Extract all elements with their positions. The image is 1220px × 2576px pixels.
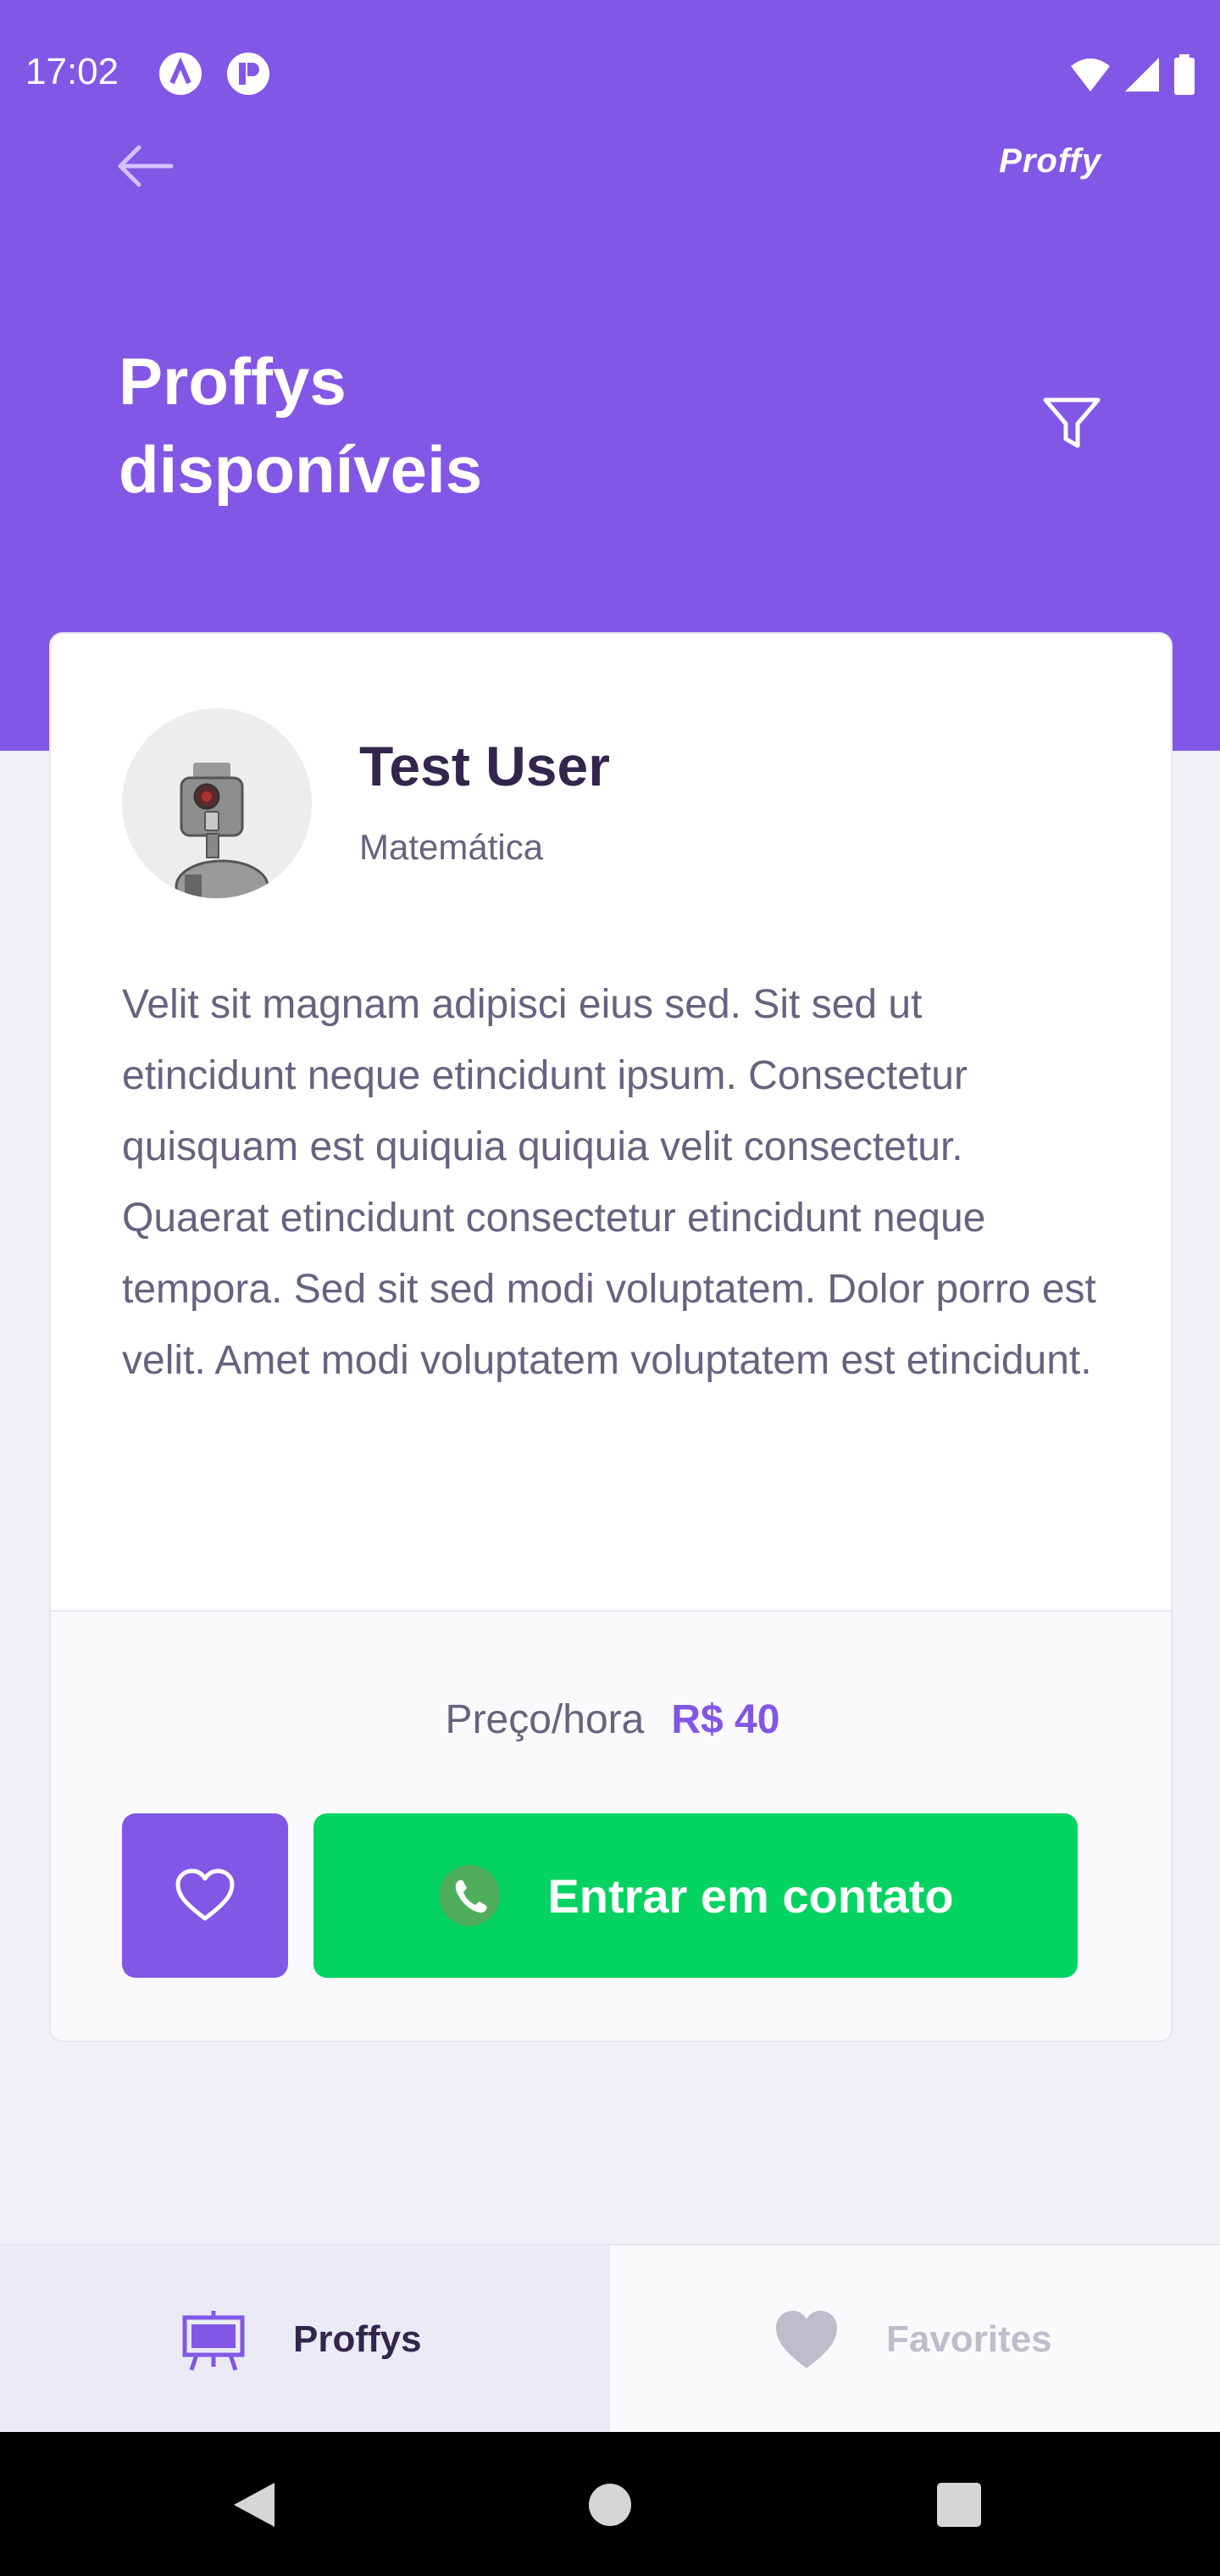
signal-icon	[1125, 58, 1159, 92]
easel-icon	[182, 2311, 245, 2371]
brand-logo: Proffy	[999, 142, 1101, 180]
card-footer: Preço/hora R$ 40 Entrar em contato	[51, 1610, 1171, 2040]
back-nav-icon[interactable]	[232, 2481, 276, 2529]
heart-outline-icon	[175, 1868, 235, 1921]
contact-button-label: Entrar em contato	[547, 1868, 954, 1923]
avatar	[122, 708, 312, 898]
notification-app-icon-2	[227, 53, 269, 95]
heart-icon	[776, 2311, 837, 2368]
home-nav-icon[interactable]	[588, 2483, 632, 2527]
tab-proffys-label: Proffys	[293, 2318, 422, 2360]
android-navigation-bar	[0, 2432, 1220, 2576]
status-icons	[1069, 53, 1196, 97]
back-button[interactable]	[115, 142, 175, 190]
arrow-left-icon	[118, 145, 174, 187]
status-bar: 17:02	[0, 0, 1220, 146]
recents-nav-icon[interactable]	[937, 2483, 981, 2527]
price-row: Preço/hora R$ 40	[51, 1696, 1171, 1743]
filter-button[interactable]	[1040, 391, 1103, 454]
contact-button[interactable]: Entrar em contato	[313, 1813, 1078, 1978]
price-label: Preço/hora	[445, 1697, 645, 1742]
favorite-button[interactable]	[122, 1813, 288, 1978]
teacher-name: Test User	[359, 735, 610, 797]
price-value: R$ 40	[671, 1697, 780, 1742]
tab-favorites-label: Favorites	[886, 2318, 1052, 2360]
battery-icon	[1174, 54, 1195, 95]
wifi-icon	[1071, 58, 1110, 92]
tab-favorites[interactable]: Favorites	[610, 2246, 1220, 2434]
notification-app-icon	[159, 53, 202, 95]
status-time: 17:02	[25, 51, 119, 92]
tab-proffys[interactable]: Proffys	[0, 2246, 610, 2434]
page-title-line2: disponíveis	[119, 432, 483, 507]
whatsapp-icon	[439, 1865, 501, 1926]
page-title: Proffys disponíveis	[119, 337, 627, 514]
page-title-line1: Proffys	[119, 344, 347, 419]
filter-icon	[1043, 397, 1101, 448]
teacher-bio: Velit sit magnam adipisci eius sed. Sit …	[122, 982, 1096, 1383]
bottom-tab-bar: Proffys Favorites	[0, 2244, 1220, 2434]
teacher-card: Test User Matemática Velit sit magnam ad…	[49, 632, 1173, 2042]
teacher-subject: Matemática	[359, 827, 544, 867]
